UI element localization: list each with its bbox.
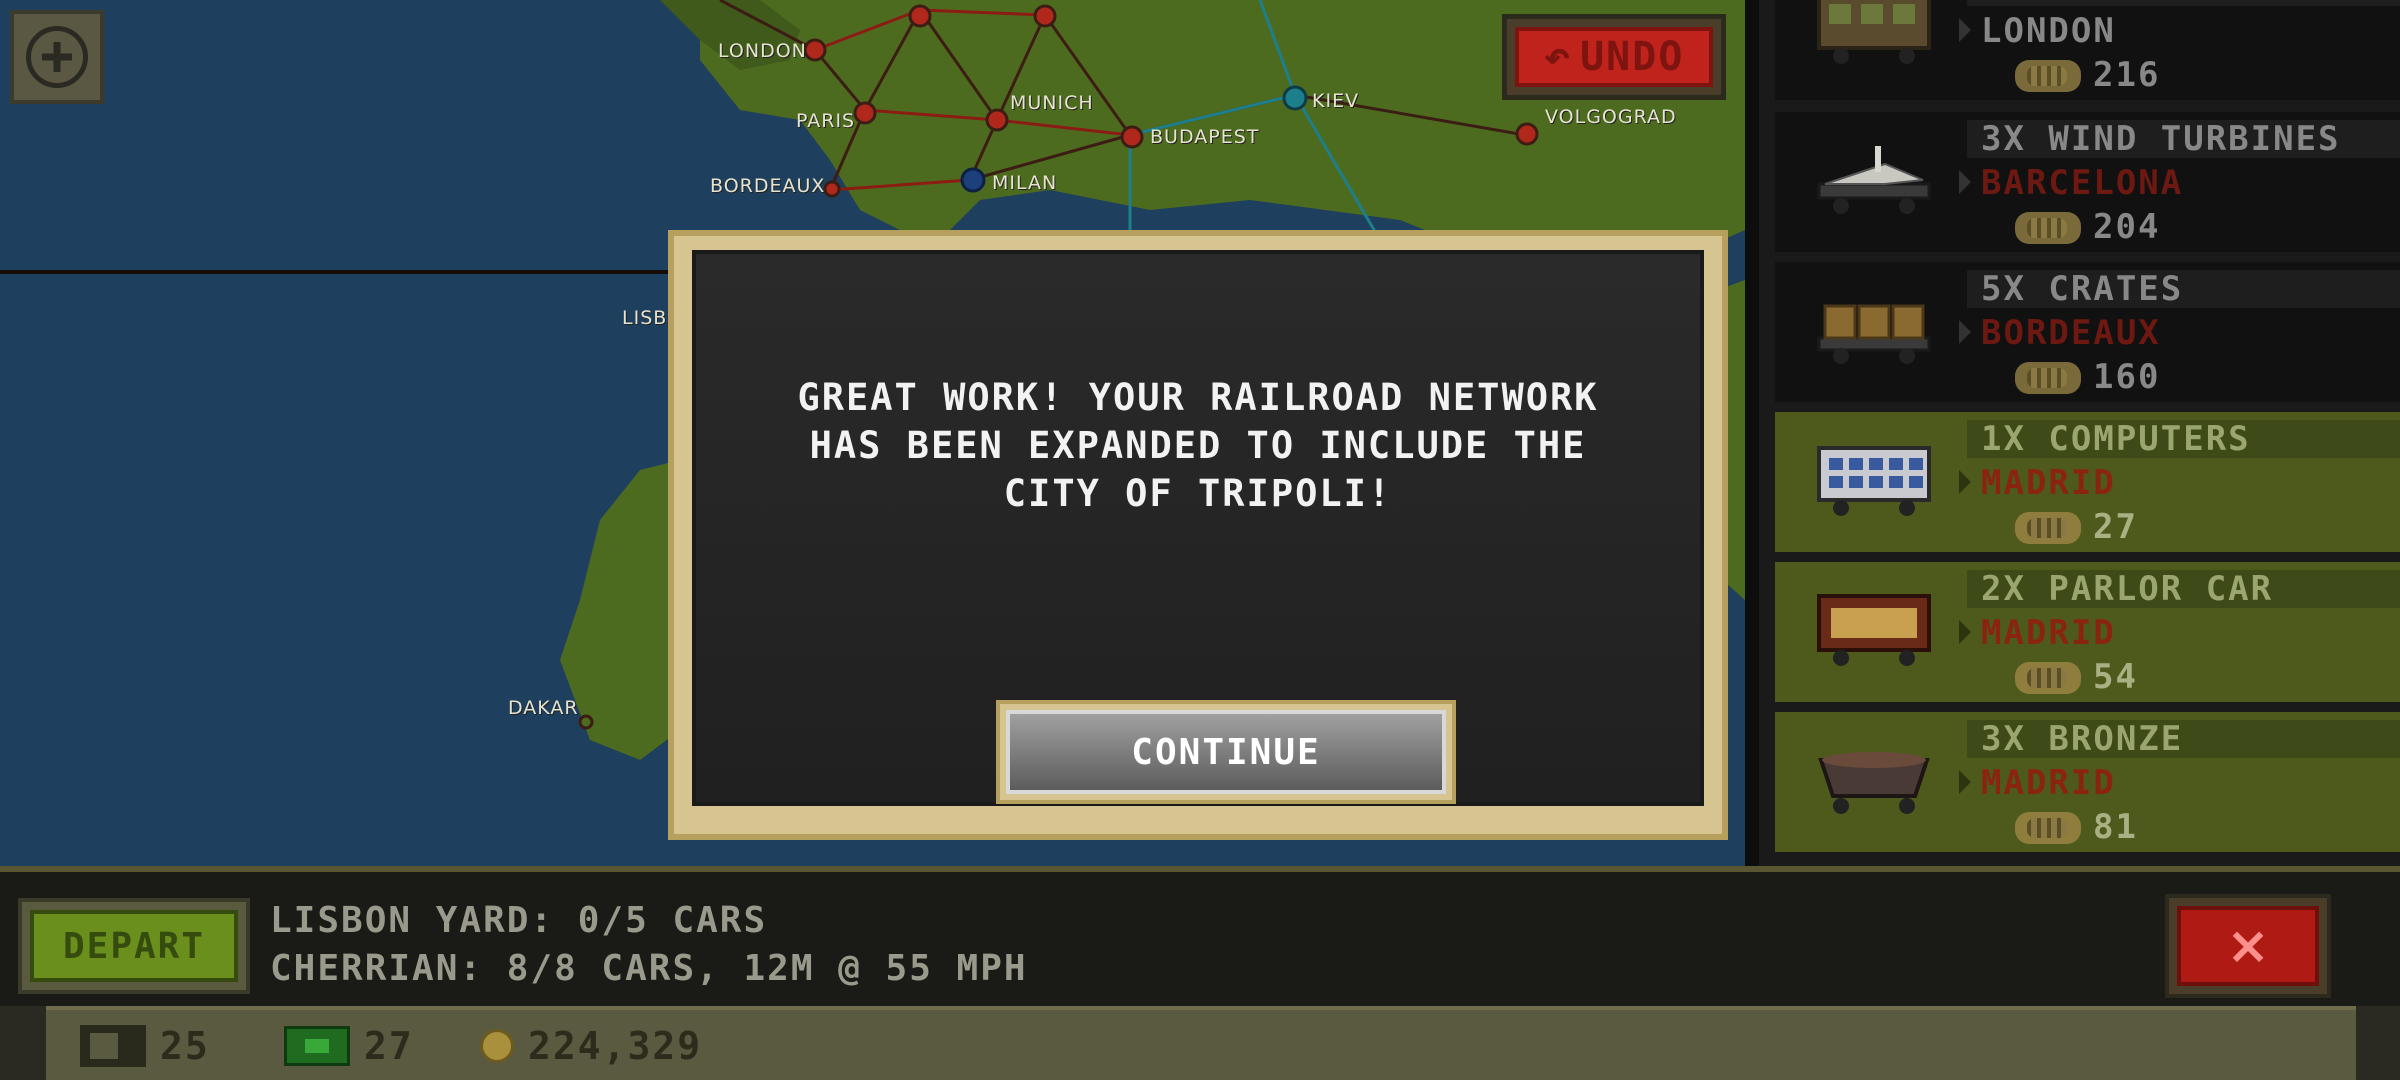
continue-label: CONTINUE [1006,710,1446,794]
cash-icon [284,1026,350,1066]
continue-button[interactable]: CONTINUE [996,700,1456,804]
dialog-line-3: CITY OF TRIPOLI! [1003,472,1393,515]
track-piece-icon [80,1025,146,1067]
bottom-bar: DEPART LISBON YARD: 0/5 CARS CHERRIAN: 8… [0,866,2400,1080]
coin-icon [480,1029,514,1063]
dialog-message: GREAT WORK! YOUR RAILROAD NETWORK HAS BE… [756,374,1640,518]
modal-overlay: GREAT WORK! YOUR RAILROAD NETWORK HAS BE… [0,0,2400,866]
resource-bar: 25 27 224,329 [46,1006,2356,1080]
train-status: CHERRIAN: 8/8 CARS, 12M @ 55 MPH [270,948,1028,989]
track-count: 25 [160,1024,210,1068]
close-button[interactable]: × [2165,894,2331,998]
yard-status: LISBON YARD: 0/5 CARS [270,900,768,941]
dialog-line-1: GREAT WORK! YOUR RAILROAD NETWORK [797,376,1599,419]
cash-resource: 27 [284,1024,414,1068]
depart-label: DEPART [30,910,238,982]
track-resource: 25 [80,1024,210,1068]
coin-count: 224,329 [528,1024,703,1068]
expansion-dialog: GREAT WORK! YOUR RAILROAD NETWORK HAS BE… [668,230,1728,840]
dialog-line-2: HAS BEEN EXPANDED TO INCLUDE THE [809,424,1587,467]
close-icon: × [2177,906,2319,986]
coin-resource: 224,329 [480,1024,702,1068]
cash-count: 27 [364,1024,414,1068]
depart-button[interactable]: DEPART [18,898,250,994]
